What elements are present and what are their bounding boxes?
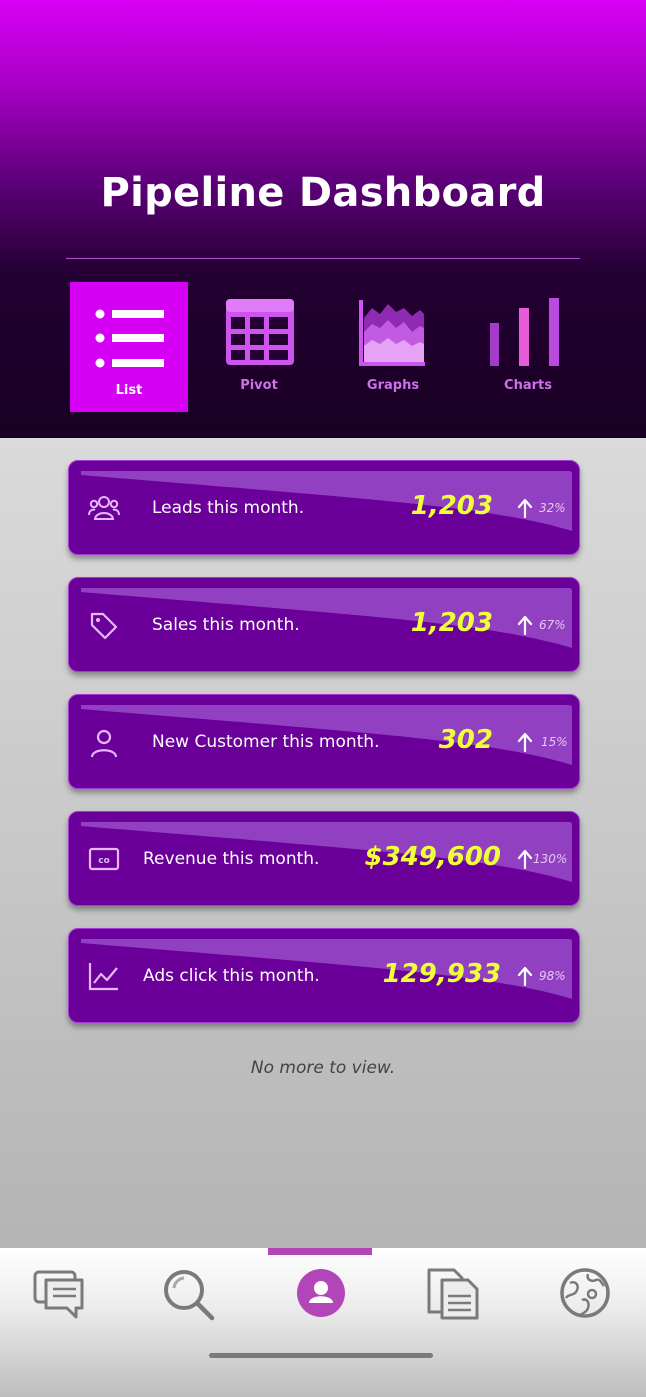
- user-icon: [90, 729, 118, 758]
- area-graph-icon: [359, 300, 425, 366]
- card-label: Revenue this month.: [143, 849, 320, 869]
- money-icon: co: [88, 847, 120, 871]
- chat-icon: [33, 1270, 84, 1319]
- bar-chart-icon: [490, 298, 559, 366]
- arrow-up-icon: [517, 498, 533, 518]
- metric-card-leads[interactable]: Leads this month. 1,203 32%: [68, 460, 580, 555]
- globe-icon: [560, 1268, 610, 1318]
- header: Pipeline Dashboard List Pivot Graphs Cha…: [0, 0, 646, 438]
- active-tab-indicator: [268, 1248, 372, 1255]
- page-title: Pipeline Dashboard: [100, 170, 546, 216]
- tab-label: Graphs: [366, 378, 420, 393]
- card-label: Leads this month.: [152, 498, 305, 518]
- card-label: Sales this month.: [152, 615, 300, 635]
- tab-graphs[interactable]: Graphs: [334, 282, 452, 412]
- card-label: New Customer this month.: [152, 732, 380, 752]
- tab-label: Pivot: [240, 378, 278, 393]
- nav-profile[interactable]: [294, 1268, 348, 1322]
- metric-card-sales[interactable]: Sales this month. 1,203 67%: [68, 577, 580, 672]
- header-divider: [66, 258, 580, 259]
- card-decoration: [81, 588, 572, 648]
- nav-chat[interactable]: [32, 1268, 86, 1322]
- card-value: 302: [438, 725, 493, 755]
- nav-documents[interactable]: [426, 1268, 480, 1322]
- nav-search[interactable]: [162, 1268, 216, 1322]
- arrow-up-icon: [517, 849, 533, 869]
- table-grid-icon: [226, 299, 294, 365]
- svg-text:co: co: [98, 856, 110, 866]
- search-icon: [164, 1270, 215, 1321]
- card-value: $349,600: [364, 842, 501, 872]
- documents-icon: [427, 1268, 479, 1320]
- card-value: 129,933: [382, 959, 501, 989]
- tab-label: Charts: [504, 378, 552, 393]
- tab-pivot[interactable]: Pivot: [200, 282, 318, 412]
- card-change: 98%: [539, 969, 566, 983]
- end-of-list-message: No more to view.: [250, 1058, 396, 1078]
- card-decoration: [81, 471, 572, 531]
- tag-icon: [90, 612, 118, 640]
- users-icon: [88, 496, 120, 520]
- arrow-up-icon: [517, 966, 533, 986]
- tab-charts[interactable]: Charts: [469, 282, 587, 412]
- metric-card-new-customer[interactable]: New Customer this month. 302 15%: [68, 694, 580, 789]
- card-change: 15%: [541, 735, 568, 749]
- tab-label: List: [115, 383, 143, 398]
- home-indicator: [209, 1353, 433, 1358]
- card-value: 1,203: [410, 491, 493, 521]
- line-chart-icon: [88, 963, 118, 991]
- card-change: 130%: [533, 852, 568, 866]
- bottom-nav: [0, 1248, 646, 1397]
- metric-card-revenue[interactable]: co Revenue this month. $349,600 130%: [68, 811, 580, 906]
- tab-list[interactable]: List: [70, 282, 188, 412]
- card-change: 32%: [539, 501, 566, 515]
- nav-globe[interactable]: [558, 1268, 612, 1322]
- arrow-up-icon: [517, 732, 533, 752]
- arrow-up-icon: [517, 615, 533, 635]
- list-icon: [95, 309, 164, 368]
- metric-card-ads-click[interactable]: Ads click this month. 129,933 98%: [68, 928, 580, 1023]
- card-change: 67%: [539, 618, 566, 632]
- profile-icon: [297, 1269, 345, 1317]
- card-label: Ads click this month.: [143, 966, 320, 986]
- card-value: 1,203: [410, 608, 493, 638]
